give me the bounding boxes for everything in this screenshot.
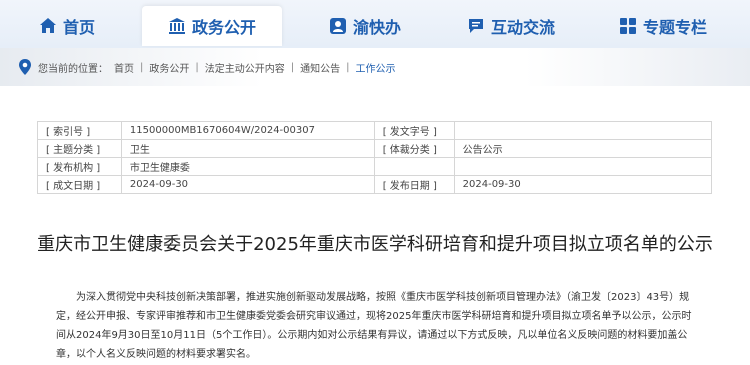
nav-home[interactable]: 首页 [22,6,112,46]
nav-special-topics-label: 专题专栏 [642,18,707,37]
breadcrumb-item-statutory-disclosure[interactable]: 法定主动公开内容 [205,60,285,75]
home-icon [39,18,56,33]
issuing-agency-value: 市卫生健康委 [120,157,375,176]
breadcrumb-prefix: 您当前的位置： [38,63,108,75]
nav-yu-kuai-ban-label: 渝快办 [352,18,401,37]
subject-category-value: 卫生 [120,139,375,158]
index-number-label: [ 索引号 ] [37,121,122,140]
nav-home-label: 首页 [62,18,95,37]
nav-interaction-label: 互动交流 [490,18,555,37]
breadcrumb-item-government-affairs[interactable]: 政务公开 [149,60,189,75]
table-row: [ 发布机构 ] 市卫生健康委 [37,157,713,176]
breadcrumb-item-work-publicity[interactable]: 工作公示 [356,60,396,75]
nav-government-affairs-label: 政务公开 [191,18,256,37]
table-row: [ 主题分类 ] 卫生 [ 体裁分类 ] 公告公示 [37,139,713,158]
breadcrumb-separator: | [346,61,350,73]
breadcrumb-item-notices[interactable]: 通知公告 [300,60,340,75]
article-body: 为深入贯彻党中央科技创新决策部署，推进实施创新驱动发展战略，按照《重庆市医学科技… [56,292,692,360]
top-navigation: 首页 政务公开 渝快办 互动交流 专题专栏 [0,0,750,48]
subject-category-label: [ 主题分类 ] [37,139,122,158]
index-number-value: 11500000MB1670604W/2024-00307 [120,121,375,140]
empty-label [373,157,455,176]
article-title: 重庆市卫生健康委员会关于2025年重庆市医学科研培育和提升项目拟立项名单的公示 [37,234,713,255]
breadcrumb-separator: | [290,61,295,73]
breadcrumb-bar: 您当前的位置： 首页 | 政务公开 | 法定主动公开内容 | 通知公告 | 工作… [0,48,750,86]
grid-icon [619,18,636,34]
genre-category-label: [ 体裁分类 ] [373,139,455,158]
nav-interaction[interactable]: 互动交流 [456,6,566,46]
breadcrumb-separator: | [195,61,199,73]
nav-yu-kuai-ban[interactable]: 渝快办 [315,6,415,46]
publish-date-label: [ 发布日期 ] [373,175,455,194]
empty-value [453,157,713,176]
nav-special-topics[interactable]: 专题专栏 [608,6,718,46]
breadcrumb: 您当前的位置： 首页 | 政务公开 | 法定主动公开内容 | 通知公告 | 工作… [18,58,396,76]
written-date-value: 2024-09-30 [120,175,375,194]
table-row: [ 索引号 ] 11500000MB1670604W/2024-00307 [ … [37,121,713,140]
document-number-value [453,121,713,140]
issuing-agency-label: [ 发布机构 ] [37,157,122,176]
table-row: [ 成文日期 ] 2024-09-30 [ 发布日期 ] 2024-09-30 [37,175,713,194]
location-pin-icon [19,59,31,75]
building-icon [168,18,185,34]
publish-date-value: 2024-09-30 [453,175,713,194]
written-date-label: [ 成文日期 ] [37,175,122,194]
chat-icon [468,19,483,33]
genre-category-value: 公告公示 [453,139,713,158]
person-icon [329,18,346,34]
document-metadata-table: [ 索引号 ] 11500000MB1670604W/2024-00307 [ … [37,121,713,194]
breadcrumb-item-home[interactable]: 首页 [114,60,134,75]
breadcrumb-separator: | [140,61,144,73]
nav-government-affairs[interactable]: 政务公开 [142,6,282,46]
document-number-label: [ 发文字号 ] [373,121,455,140]
